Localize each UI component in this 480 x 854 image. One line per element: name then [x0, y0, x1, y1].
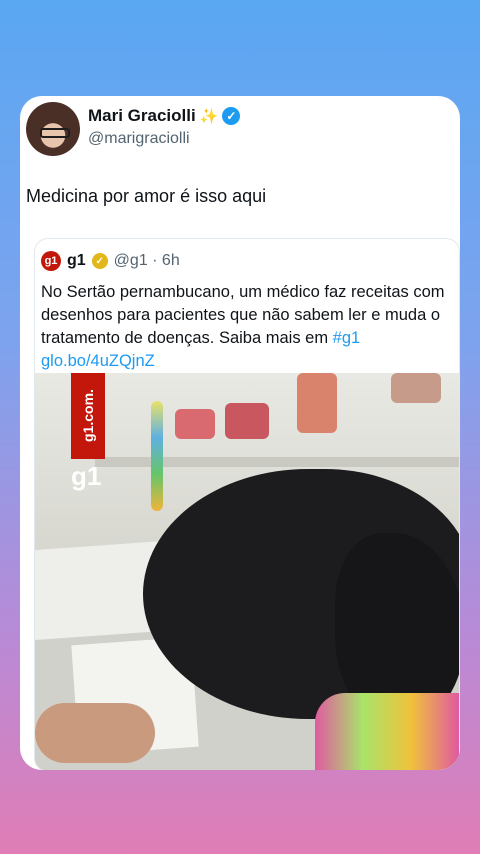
anatomy-model	[391, 373, 441, 403]
quoted-author-name[interactable]: g1	[67, 252, 86, 270]
anatomy-model	[175, 409, 215, 439]
g1-logo-icon: g1	[41, 251, 61, 271]
quoted-media-image[interactable]: g1.com. g1	[35, 373, 459, 770]
quoted-body: No Sertão pernambucano, um médico faz re…	[41, 283, 445, 347]
anatomy-model	[297, 373, 337, 433]
g1-media-logo: g1	[71, 461, 102, 491]
anatomy-model	[225, 403, 269, 439]
author-name[interactable]: Mari Graciolli	[88, 106, 196, 126]
spine-model	[151, 401, 163, 511]
gold-verified-badge-icon: ✓	[91, 253, 108, 269]
quoted-header: g1 g1 ✓ @g1 · 6h	[41, 251, 180, 271]
hashtag-link[interactable]: #g1	[333, 329, 361, 347]
author-handle[interactable]: @marigraciolli	[88, 130, 190, 148]
author-row: Mari Graciolli ✨ ✓	[88, 106, 241, 126]
tweet-card[interactable]: Mari Graciolli ✨ ✓ @marigraciolli Medici…	[20, 96, 460, 770]
hand	[35, 703, 155, 763]
quoted-handle-time[interactable]: @g1 · 6h	[114, 252, 180, 270]
verified-badge-icon: ✓	[222, 107, 241, 125]
tweet-text: Medicina por amor é isso aqui	[26, 186, 267, 206]
url-link[interactable]: glo.bo/4uZQjnZ	[41, 352, 155, 370]
quoted-tweet[interactable]: g1 g1 ✓ @g1 · 6h No Sertão pernambucano,…	[34, 238, 460, 770]
quoted-text: No Sertão pernambucano, um médico faz re…	[41, 281, 451, 373]
avatar[interactable]	[26, 102, 80, 156]
sparkle-icon: ✨	[199, 108, 219, 125]
person-shoulder	[315, 693, 459, 770]
g1-watermark: g1.com.	[71, 373, 105, 459]
media-shelf	[95, 457, 459, 467]
